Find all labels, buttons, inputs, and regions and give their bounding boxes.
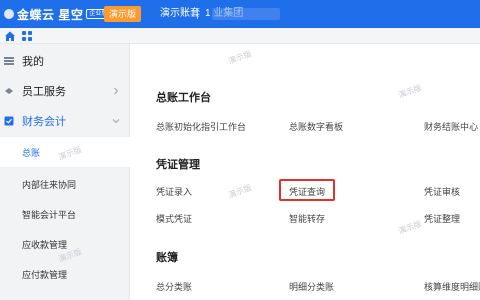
logo[interactable]: 金蝶云 星空 企业版 <box>4 6 111 22</box>
section-title-gl-workbench: 总账工作台 <box>156 92 211 104</box>
redaction-mask <box>212 8 280 20</box>
demo-badge: 演示版 <box>104 6 142 22</box>
sidebar-item-label: 我的 <box>22 56 44 68</box>
main-content: 总账工作台 总账初始化指引工作台 总账数字看板 财务结账中心 凭证管理 凭证录入… <box>131 44 480 300</box>
link-smart-save[interactable]: 智能转存 <box>289 214 325 225</box>
link-dimension-detail-ledger[interactable]: 核算维度明细账 <box>424 282 480 293</box>
chevron-down-icon <box>112 119 120 124</box>
sidebar-subitem-label: 智能会计平台 <box>22 210 77 220</box>
link-gl-init-guide[interactable]: 总账初始化指引工作台 <box>156 122 246 133</box>
sidebar-subitem-general-ledger[interactable]: 总账 <box>0 137 130 167</box>
top-header: 金蝶云 星空 企业版 演示版 演示账套 1 业集团 <box>0 0 480 28</box>
sidebar-subitem-label: 总账 <box>22 148 41 158</box>
sidebar-item-label: 财务会计 <box>22 116 66 128</box>
link-voucher-organize[interactable]: 凭证整理 <box>424 214 460 225</box>
link-detail-ledger[interactable]: 明细分类账 <box>289 282 334 293</box>
link-voucher-audit[interactable]: 凭证审核 <box>424 187 460 198</box>
section-title-voucher-mgmt: 凭证管理 <box>156 159 200 171</box>
sidebar-item-employee-service[interactable]: 员工服务 <box>0 76 130 106</box>
link-general-ledger[interactable]: 总分类账 <box>156 282 192 293</box>
section-title-ledgers: 账簿 <box>156 252 178 264</box>
sidebar-subitem-payables[interactable]: 应付款管理 <box>0 259 130 289</box>
logo-mark-icon <box>4 9 14 19</box>
sidebar-subitem-label: 应付款管理 <box>22 270 68 280</box>
list-icon <box>4 57 14 65</box>
sidebar-item-mine[interactable]: 我的 <box>0 46 130 76</box>
sidebar: 我的 员工服务 财务会计 总账 内部往来协同 智能会计平台 应收款管理 应付款管… <box>0 44 130 300</box>
logo-text: 金蝶云 星空 <box>17 7 84 22</box>
link-template-voucher[interactable]: 模式凭证 <box>156 214 192 225</box>
sidebar-subitem-smart-accounting[interactable]: 智能会计平台 <box>0 199 130 229</box>
checkbox-icon <box>4 116 14 126</box>
chevron-right-icon <box>114 87 119 95</box>
sidebar-subitem-internal-collab[interactable]: 内部往来协同 <box>0 169 130 199</box>
sidebar-subitem-label: 内部往来协同 <box>22 180 77 190</box>
account-set-selector[interactable]: 演示账套 <box>160 8 200 20</box>
sidebar-item-label: 员工服务 <box>22 86 66 98</box>
app-grid-icon[interactable] <box>22 31 32 41</box>
sidebar-subitem-receivables[interactable]: 应收款管理 <box>0 229 130 259</box>
quick-icon-bar <box>0 28 480 44</box>
link-closing-center[interactable]: 财务结账中心 <box>424 122 478 133</box>
header-divider <box>197 9 198 19</box>
home-icon[interactable] <box>4 30 16 42</box>
people-icon <box>5 88 13 94</box>
highlight-box <box>279 179 335 201</box>
link-gl-digital-board[interactable]: 总账数字看板 <box>289 122 343 133</box>
sidebar-item-finance[interactable]: 财务会计 <box>0 106 130 136</box>
sidebar-subitem-label: 应收款管理 <box>22 240 68 250</box>
link-voucher-entry[interactable]: 凭证录入 <box>156 187 192 198</box>
